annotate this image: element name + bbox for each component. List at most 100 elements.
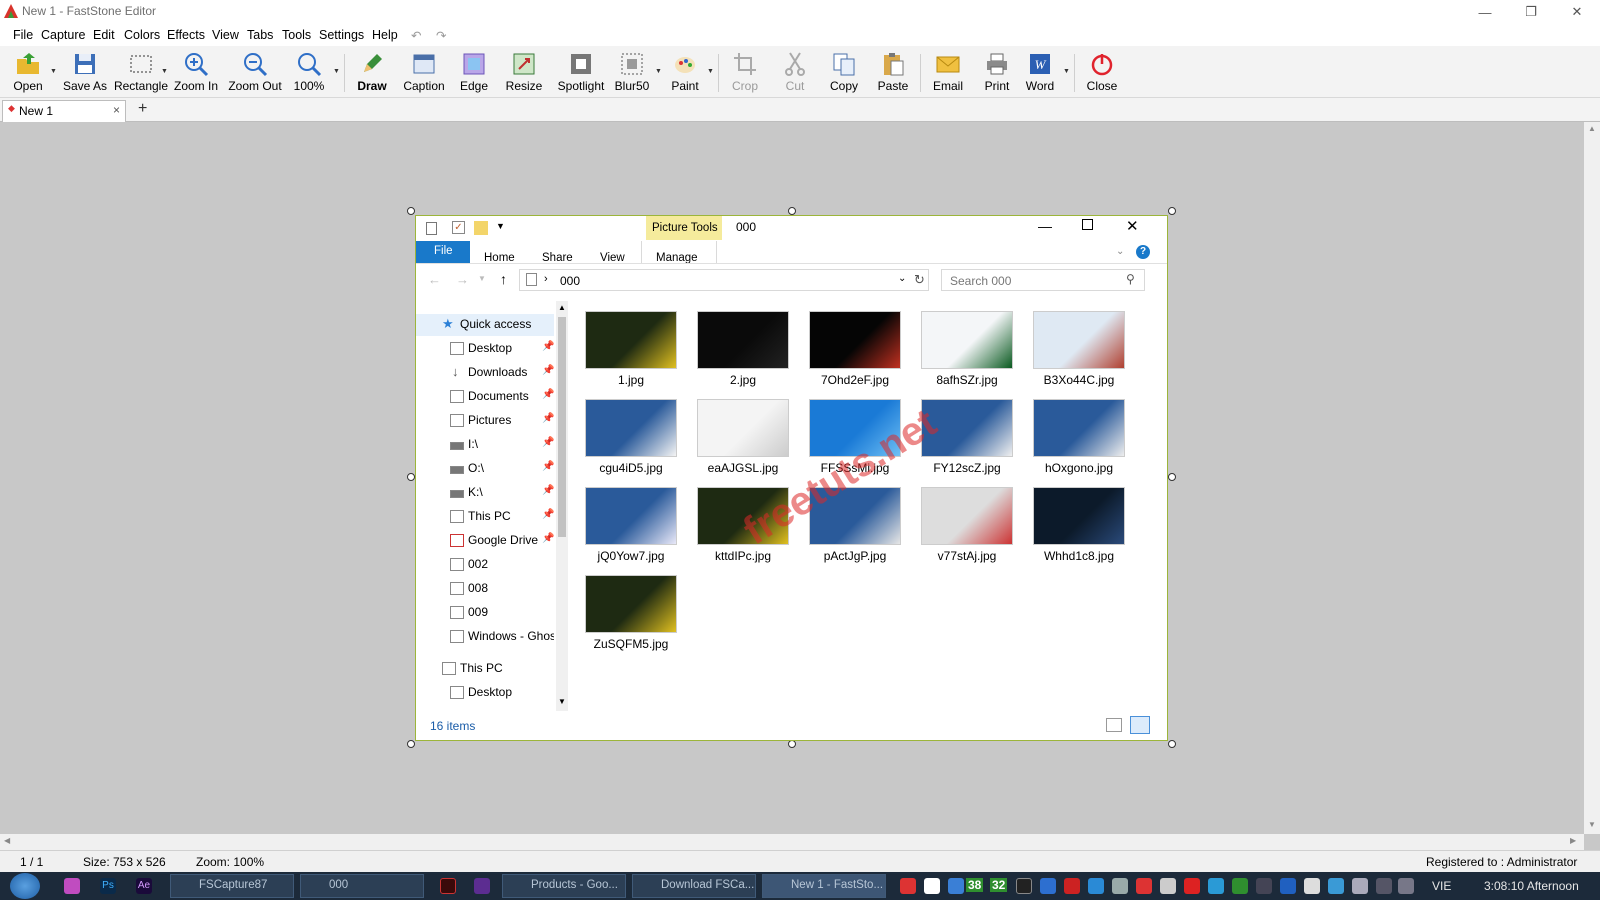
tray-app-icon[interactable] bbox=[1016, 878, 1032, 894]
tab-label: New 1 bbox=[19, 104, 54, 118]
file-name: cgu4iD5.jpg bbox=[599, 461, 663, 475]
clock[interactable]: 3:08:10 Afternoon bbox=[1484, 879, 1579, 893]
resize-handle[interactable] bbox=[407, 473, 415, 481]
crop-button[interactable]: Crop bbox=[728, 46, 762, 98]
new-tab-button[interactable]: + bbox=[138, 100, 147, 118]
close-window-button[interactable]: ✕ bbox=[1554, 0, 1600, 24]
menu-tabs[interactable]: Tabs bbox=[247, 28, 273, 42]
vivaldi-icon[interactable] bbox=[1184, 878, 1200, 894]
zoom-in-button[interactable]: Zoom In bbox=[172, 46, 220, 98]
wifi-icon[interactable] bbox=[1376, 878, 1392, 894]
after-effects-icon[interactable]: Ae bbox=[136, 878, 152, 894]
tray-app-icon[interactable] bbox=[1088, 878, 1104, 894]
draw-button[interactable]: Draw bbox=[352, 46, 392, 98]
email-button[interactable]: Email bbox=[930, 46, 966, 98]
scroll-up-arrow-icon[interactable]: ▲ bbox=[1588, 124, 1596, 133]
scroll-right-arrow-icon[interactable]: ▶ bbox=[1570, 836, 1576, 845]
tray-app-icon[interactable] bbox=[1256, 878, 1272, 894]
spotlight-button[interactable]: Spotlight bbox=[552, 46, 610, 98]
menu-file[interactable]: File bbox=[13, 28, 33, 42]
caption-button[interactable]: Caption bbox=[400, 46, 448, 98]
start-button-icon[interactable] bbox=[10, 873, 40, 899]
scroll-down-arrow-icon[interactable]: ▼ bbox=[1588, 820, 1596, 829]
cut-button[interactable]: Cut bbox=[778, 46, 812, 98]
menu-capture[interactable]: Capture bbox=[41, 28, 85, 42]
bluetooth-icon[interactable] bbox=[1280, 878, 1296, 894]
taskbar-faststone[interactable]: New 1 - FastSto... bbox=[762, 874, 886, 898]
blur-dropdown-caret-icon[interactable]: ▼ bbox=[655, 68, 662, 75]
battery-icon[interactable] bbox=[1352, 878, 1368, 894]
tray-app-icon[interactable] bbox=[900, 878, 916, 894]
tray-app-icon[interactable] bbox=[924, 878, 940, 894]
tray-temp-1[interactable]: 38 bbox=[966, 878, 984, 892]
menu-settings[interactable]: Settings bbox=[319, 28, 364, 42]
zoom-out-button[interactable]: Zoom Out bbox=[226, 46, 284, 98]
open-button[interactable]: Open bbox=[8, 46, 48, 98]
menu-edit[interactable]: Edit bbox=[93, 28, 115, 42]
zoom-100-button[interactable]: 100% bbox=[292, 46, 326, 98]
resize-handle[interactable] bbox=[407, 207, 415, 215]
vertical-scrollbar[interactable]: ▲ ▼ bbox=[1584, 122, 1600, 834]
photoshop-icon[interactable]: Ps bbox=[100, 878, 116, 894]
taskbar-chrome-products[interactable]: Products - Goo... bbox=[502, 874, 626, 898]
paint-dropdown-caret-icon[interactable]: ▼ bbox=[707, 68, 714, 75]
open-dropdown-caret-icon[interactable]: ▼ bbox=[50, 68, 57, 75]
close-image-button[interactable]: Close bbox=[1082, 46, 1122, 98]
menu-colors[interactable]: Colors bbox=[124, 28, 160, 42]
word-dropdown-caret-icon[interactable]: ▼ bbox=[1063, 68, 1070, 75]
itunes-icon[interactable] bbox=[64, 878, 80, 894]
taskbar-fscapture[interactable]: FSCapture87 bbox=[170, 874, 294, 898]
tray-app-icon[interactable] bbox=[1208, 878, 1224, 894]
app-icon[interactable] bbox=[440, 878, 456, 894]
paint-button[interactable]: Paint bbox=[666, 46, 704, 98]
horizontal-scrollbar[interactable]: ◀ ▶ bbox=[0, 834, 1584, 850]
scroll-left-arrow-icon[interactable]: ◀ bbox=[4, 836, 10, 845]
menu-view[interactable]: View bbox=[212, 28, 239, 42]
tray-app-icon[interactable] bbox=[948, 878, 964, 894]
tray-temp-2[interactable]: 32 bbox=[990, 878, 1008, 892]
rectangle-dropdown-caret-icon[interactable]: ▼ bbox=[161, 68, 168, 75]
tray-app-icon[interactable] bbox=[1328, 878, 1344, 894]
zoom-dropdown-caret-icon[interactable]: ▼ bbox=[333, 68, 340, 75]
taskbar-explorer-000[interactable]: 000 bbox=[300, 874, 424, 898]
undo-icon[interactable]: ↶ bbox=[411, 28, 421, 43]
edge-button[interactable]: Edge bbox=[456, 46, 492, 98]
copy-button[interactable]: Copy bbox=[826, 46, 862, 98]
defender-icon[interactable] bbox=[1304, 878, 1320, 894]
close-label: Close bbox=[1086, 79, 1118, 93]
tray-app-icon[interactable] bbox=[1136, 878, 1152, 894]
tray-app-icon[interactable] bbox=[1040, 878, 1056, 894]
resize-handle[interactable] bbox=[788, 740, 796, 748]
nav-label: Desktop bbox=[468, 685, 513, 699]
resize-button[interactable]: Resize bbox=[503, 46, 545, 98]
explorer-folder-title: 000 bbox=[736, 220, 757, 234]
refresh-icon: ↻ bbox=[914, 272, 925, 287]
save-as-button[interactable]: Save As bbox=[62, 46, 108, 98]
restore-button[interactable]: ❐ bbox=[1508, 0, 1554, 24]
visual-studio-icon[interactable] bbox=[474, 878, 490, 894]
print-button[interactable]: Print bbox=[980, 46, 1014, 98]
taskbar-chrome-download[interactable]: Download FSCa... bbox=[632, 874, 756, 898]
tray-app-icon[interactable] bbox=[1112, 878, 1128, 894]
menu-tools[interactable]: Tools bbox=[282, 28, 311, 42]
paste-button[interactable]: Paste bbox=[874, 46, 912, 98]
pin-icon: 📌 bbox=[542, 461, 555, 472]
resize-handle[interactable] bbox=[1168, 473, 1176, 481]
volume-icon[interactable] bbox=[1398, 878, 1414, 894]
menu-effects[interactable]: Effects bbox=[167, 28, 205, 42]
resize-handle[interactable] bbox=[1168, 740, 1176, 748]
tab-close-icon[interactable]: × bbox=[113, 103, 120, 117]
resize-handle[interactable] bbox=[788, 207, 796, 215]
tray-app-icon[interactable] bbox=[1064, 878, 1080, 894]
tray-app-icon[interactable] bbox=[1160, 878, 1176, 894]
input-language[interactable]: VIE bbox=[1432, 879, 1451, 893]
menu-help[interactable]: Help bbox=[372, 28, 398, 42]
redo-icon[interactable]: ↷ bbox=[436, 28, 446, 43]
tab-new-1[interactable]: ◆ New 1 × bbox=[2, 100, 126, 122]
word-button[interactable]: W Word bbox=[1024, 46, 1056, 98]
resize-handle[interactable] bbox=[407, 740, 415, 748]
minimize-button[interactable]: — bbox=[1462, 0, 1508, 24]
resize-handle[interactable] bbox=[1168, 207, 1176, 215]
tray-app-icon[interactable] bbox=[1232, 878, 1248, 894]
blur-button[interactable]: Blur50 bbox=[612, 46, 652, 98]
